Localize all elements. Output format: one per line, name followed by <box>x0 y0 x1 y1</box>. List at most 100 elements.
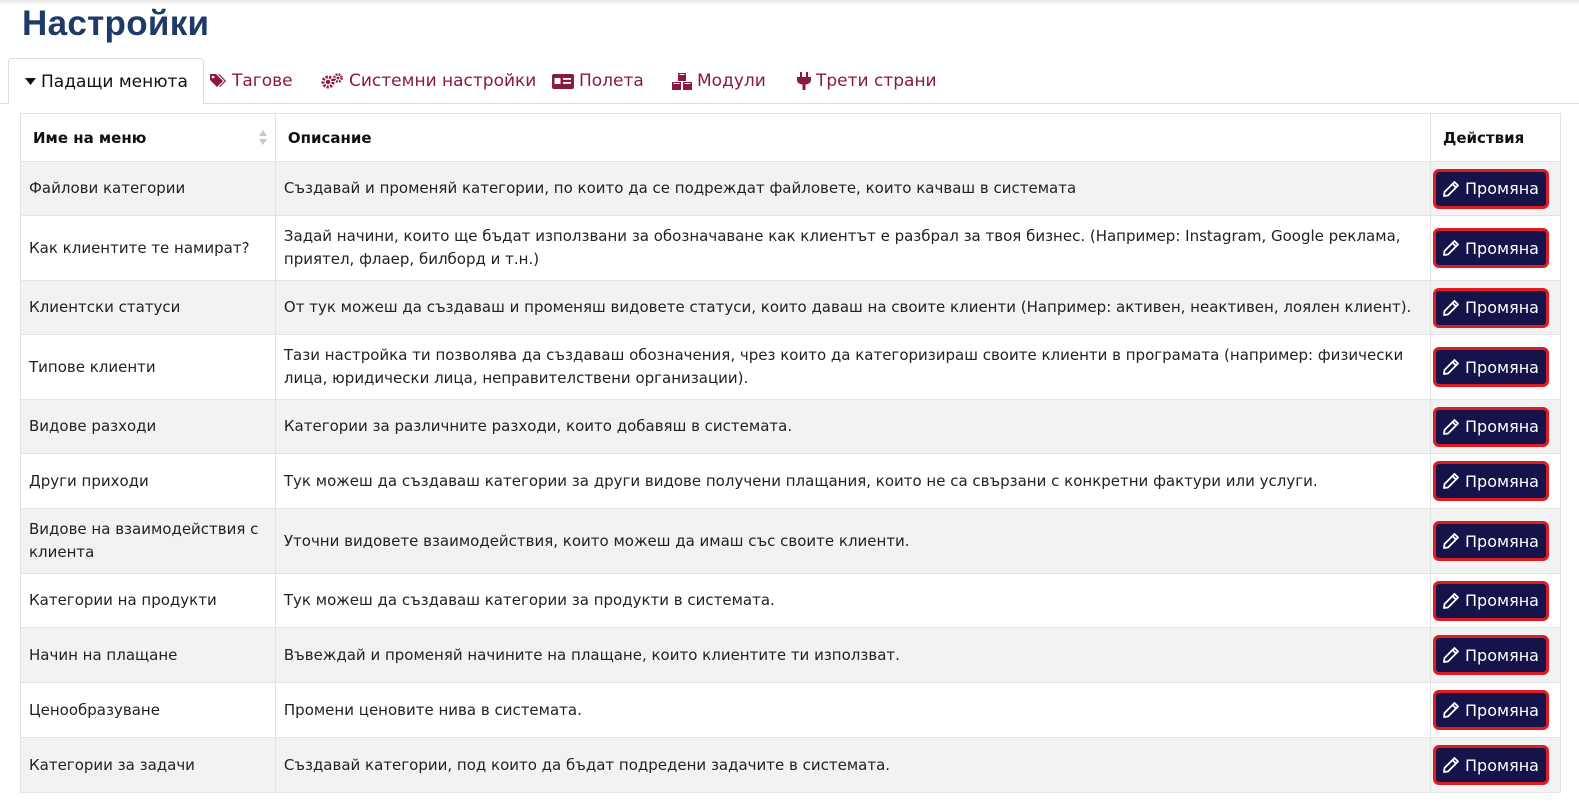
dropdown-menus-table: Име на меню Описание Действия Файлови ка… <box>20 113 1562 793</box>
pencil-icon <box>1443 647 1465 663</box>
tab-dropdown-menus[interactable]: Падащи менюта <box>8 58 204 105</box>
description-cell: Създавай категории, под които да бъдат п… <box>274 737 1431 793</box>
description-cell: Промени ценовите нива в системата. <box>274 682 1431 738</box>
caret-down-icon <box>25 77 36 86</box>
edit-button-label: Промяна <box>1465 471 1539 491</box>
table-row: Категории на продукти Тук можеш да създав… <box>20 573 1562 628</box>
column-header-description: Описание <box>274 113 1431 162</box>
pencil-icon <box>1443 757 1465 773</box>
table-row: Ценообразуване Промени ценовите нива в си… <box>20 682 1562 738</box>
edit-button[interactable]: Промяна <box>1432 228 1549 268</box>
pencil-icon <box>1443 180 1465 197</box>
menu-name-cell: Видове на взаимодействия с клиента <box>20 508 276 574</box>
edit-button-label: Промяна <box>1465 755 1539 775</box>
actions-cell: Промяна <box>1429 573 1562 628</box>
description-cell: Въвеждай и променяй начините на плащане,… <box>274 627 1431 683</box>
table-row: Как клиентите те намират? Задай начини, к… <box>20 215 1562 281</box>
edit-button[interactable]: Промяна <box>1432 745 1549 785</box>
column-header-label: Име на меню <box>33 128 147 147</box>
table-row: Видове разходи Категории за различните ра… <box>20 399 1562 454</box>
description-cell: Задай начини, които ще бъдат използвани … <box>274 215 1431 281</box>
cubes-icon <box>672 72 692 90</box>
column-header-menu-name[interactable]: Име на меню <box>20 113 276 162</box>
description-cell: Тук можеш да създаваш категории за други… <box>274 453 1431 509</box>
tab-fields[interactable]: Полета <box>552 58 644 104</box>
actions-cell: Промяна <box>1429 682 1562 738</box>
edit-button[interactable]: Промяна <box>1432 461 1549 501</box>
tags-icon <box>209 73 227 89</box>
sort-icon <box>258 130 267 149</box>
edit-button-label: Промяна <box>1465 357 1539 377</box>
description-cell: Тук можеш да създаваш категории за проду… <box>274 573 1431 628</box>
plug-icon <box>797 72 811 90</box>
table-row: Типове клиенти Тази настройка ти позволяв… <box>20 334 1562 400</box>
edit-button-label: Промяна <box>1465 417 1539 436</box>
id-card-icon <box>552 73 574 89</box>
pencil-icon <box>1443 359 1465 375</box>
menu-name-cell: Начин на плащане <box>20 627 276 683</box>
edit-button[interactable]: Промяна <box>1432 347 1549 387</box>
edit-button-label: Промяна <box>1465 591 1539 610</box>
table-row: Категории за задачи Създавай категории, п… <box>20 737 1562 793</box>
table-row: Клиентски статуси От тук можеш да създава… <box>20 280 1562 335</box>
tab-tags[interactable]: Тагове <box>209 58 293 104</box>
table-row: Файлови категории Създавай и променяй кат… <box>20 161 1562 216</box>
tab-label: Системни настройки <box>349 71 537 91</box>
menu-name-cell: Категории на продукти <box>20 573 276 628</box>
actions-cell: Промяна <box>1429 334 1562 400</box>
pencil-icon <box>1443 299 1465 316</box>
edit-button[interactable]: Промяна <box>1432 168 1549 209</box>
table-row: Видове на взаимодействия с клиента Уточни… <box>20 508 1562 574</box>
actions-cell: Промяна <box>1429 453 1562 509</box>
description-cell: Категории за различните разходи, които д… <box>274 399 1431 454</box>
actions-cell: Промяна <box>1429 737 1562 793</box>
pencil-icon <box>1443 592 1465 609</box>
menu-name-cell: Типове клиенти <box>20 334 276 400</box>
table-row: Други приходи Тук можеш да създаваш катег… <box>20 453 1562 509</box>
actions-cell: Промяна <box>1429 161 1562 216</box>
actions-cell: Промяна <box>1429 508 1562 574</box>
edit-button-label: Промяна <box>1465 531 1539 551</box>
edit-button[interactable]: Промяна <box>1432 635 1549 675</box>
menu-name-cell: Ценообразуване <box>20 682 276 738</box>
tab-modules[interactable]: Модули <box>672 58 766 104</box>
edit-button[interactable]: Промяна <box>1432 287 1549 328</box>
description-cell: Уточни видовете взаимодействия, които мо… <box>274 508 1431 574</box>
table-header-row: Име на меню Описание Действия <box>20 113 1562 162</box>
menu-name-cell: Файлови категории <box>20 161 276 216</box>
tab-third-parties[interactable]: Трети страни <box>797 58 937 104</box>
pencil-icon <box>1443 702 1465 718</box>
edit-button[interactable]: Промяна <box>1432 580 1549 621</box>
edit-button-label: Промяна <box>1465 700 1539 720</box>
menu-name-cell: Други приходи <box>20 453 276 509</box>
pencil-icon <box>1443 240 1465 256</box>
pencil-icon <box>1443 533 1465 549</box>
description-cell: Тази настройка ти позволява да създаваш … <box>274 334 1431 400</box>
menu-name-cell: Категории за задачи <box>20 737 276 793</box>
description-cell: Създавай и променяй категории, по които … <box>274 161 1431 216</box>
edit-button-label: Промяна <box>1465 645 1539 665</box>
top-shadow <box>0 0 1579 6</box>
edit-button[interactable]: Промяна <box>1432 690 1549 730</box>
actions-cell: Промяна <box>1429 215 1562 281</box>
tab-label: Полета <box>579 71 644 91</box>
description-cell: От тук можеш да създаваш и променяш видо… <box>274 280 1431 335</box>
tab-system-settings[interactable]: Системни настройки <box>321 58 536 104</box>
actions-cell: Промяна <box>1429 399 1562 454</box>
tab-label: Тагове <box>232 71 293 91</box>
tab-label: Трети страни <box>816 71 937 91</box>
menu-name-cell: Как клиентите те намират? <box>20 215 276 281</box>
settings-tabs: Падащи менюта Тагове Системни настройки <box>0 58 1579 105</box>
pencil-icon <box>1443 418 1465 435</box>
tab-label: Падащи менюта <box>41 71 188 92</box>
edit-button-label: Промяна <box>1465 179 1539 198</box>
edit-button[interactable]: Промяна <box>1432 406 1549 447</box>
pencil-icon <box>1443 473 1465 489</box>
edit-button[interactable]: Промяна <box>1432 521 1549 561</box>
table-body: Файлови категории Създавай и променяй кат… <box>20 161 1562 793</box>
cogs-icon <box>321 73 344 89</box>
actions-cell: Промяна <box>1429 627 1562 683</box>
page-title: Настройки <box>22 4 210 43</box>
column-header-actions: Действия <box>1429 113 1562 162</box>
table-row: Начин на плащане Въвеждай и променяй начи… <box>20 627 1562 683</box>
